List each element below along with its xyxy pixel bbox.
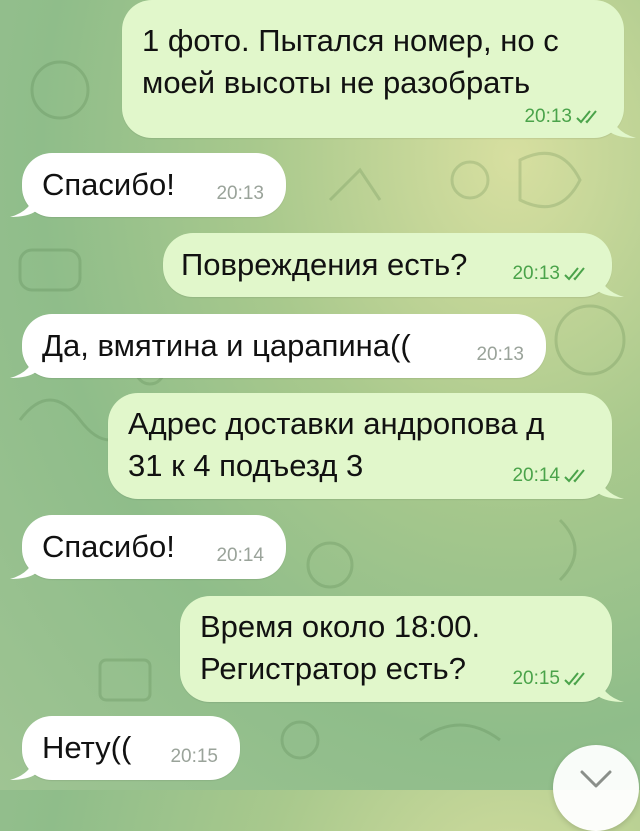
message-bubble-incoming[interactable]: Спасибо! 20:14 bbox=[10, 515, 286, 579]
bubble-tail bbox=[10, 191, 36, 217]
message-text: Нету(( bbox=[42, 730, 132, 765]
message-meta: 20:13 bbox=[512, 263, 590, 285]
message-text: Спасибо! bbox=[42, 529, 175, 564]
bubble-tail bbox=[10, 754, 36, 780]
message-bubble-outgoing[interactable]: Повреждения есть? 20:13 bbox=[163, 233, 624, 297]
read-double-check-icon bbox=[564, 267, 585, 281]
scroll-to-bottom-button[interactable] bbox=[553, 745, 639, 831]
message-time: 20:13 bbox=[524, 106, 572, 127]
message-meta: 20:14 bbox=[512, 465, 590, 487]
message-time: 20:15 bbox=[170, 746, 218, 767]
message-time: 20:13 bbox=[512, 263, 560, 284]
message-time: 20:14 bbox=[216, 545, 264, 566]
message-meta: 20:13 bbox=[476, 344, 524, 366]
message-time: 20:13 bbox=[476, 344, 524, 365]
message-text: Спасибо! bbox=[42, 167, 175, 202]
message-text: 1 фото. Пытался номер, но с моей высоты … bbox=[142, 23, 559, 100]
message-text: Да, вмятина и царапина(( bbox=[42, 328, 411, 363]
bubble-tail bbox=[610, 112, 636, 138]
message-meta: 20:15 bbox=[170, 746, 218, 768]
read-double-check-icon bbox=[576, 110, 597, 124]
chevron-down-icon bbox=[580, 770, 612, 788]
read-double-check-icon bbox=[564, 469, 585, 483]
message-meta: 20:13 bbox=[216, 183, 264, 205]
message-meta: 20:14 bbox=[216, 545, 264, 567]
message-bubble-incoming[interactable]: Спасибо! 20:13 bbox=[10, 153, 286, 217]
read-double-check-icon bbox=[564, 672, 585, 686]
bubble-tail bbox=[10, 352, 36, 378]
bubble-tail bbox=[598, 473, 624, 499]
message-text: Повреждения есть? bbox=[181, 247, 468, 282]
message-bubble-outgoing[interactable]: Время около 18:00. Регистратор есть? 20:… bbox=[180, 596, 624, 702]
bubble-tail bbox=[10, 553, 36, 579]
bubble-tail bbox=[598, 271, 624, 297]
message-time: 20:14 bbox=[512, 465, 560, 486]
message-bubble-incoming[interactable]: Да, вмятина и царапина(( 20:13 bbox=[10, 314, 546, 378]
message-bubble-outgoing[interactable]: 1 фото. Пытался номер, но с моей высоты … bbox=[122, 0, 636, 138]
message-bubble-incoming[interactable]: Нету(( 20:15 bbox=[10, 716, 240, 780]
chat-message-list[interactable]: 1 фото. Пытался номер, но с моей высоты … bbox=[0, 0, 640, 790]
message-meta: 20:15 bbox=[512, 668, 590, 690]
message-meta: 20:13 bbox=[524, 106, 602, 128]
message-time: 20:13 bbox=[216, 183, 264, 204]
message-time: 20:15 bbox=[512, 668, 560, 689]
bubble-tail bbox=[598, 676, 624, 702]
message-bubble-outgoing[interactable]: Адрес доставки андропова д 31 к 4 подъез… bbox=[108, 393, 624, 499]
